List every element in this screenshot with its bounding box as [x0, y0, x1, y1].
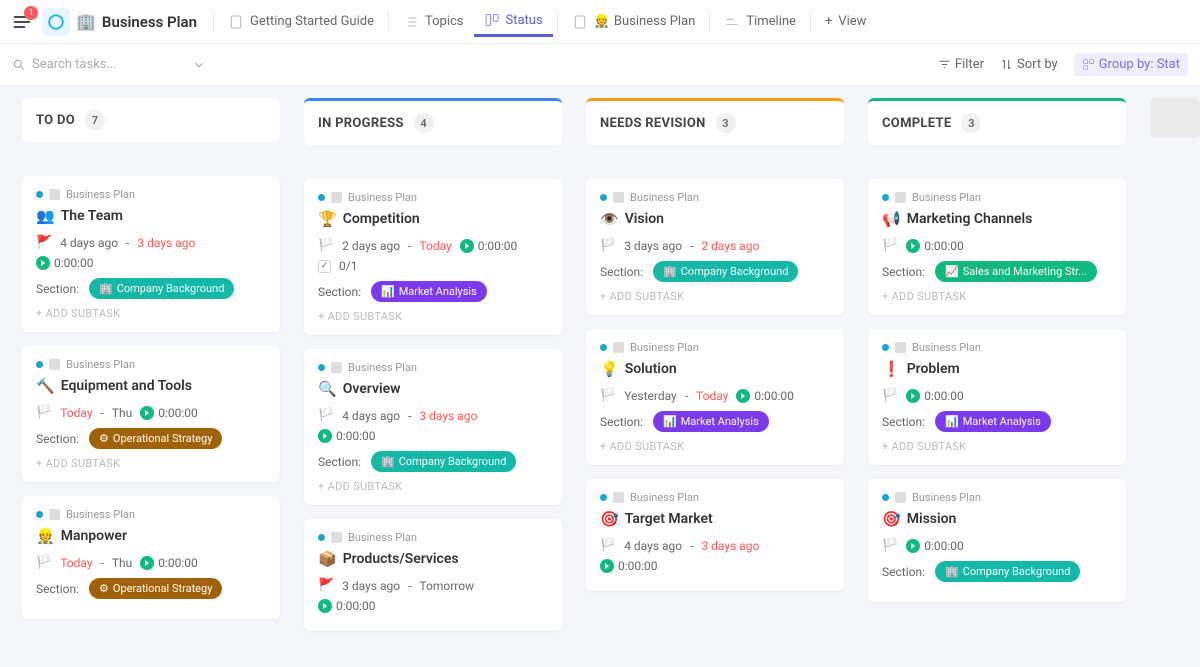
bulb-icon: 💡: [600, 360, 619, 378]
worker-icon: 👷: [36, 527, 55, 545]
team-icon: 👥: [36, 207, 55, 225]
add-subtask-button[interactable]: + ADD SUBTASK: [318, 480, 548, 493]
task-card[interactable]: Business Plan 💡Solution 🏳️Yesterday - To…: [586, 329, 844, 465]
task-card[interactable]: Business Plan 📢Marketing Channels 🏳️0:00…: [868, 179, 1126, 315]
add-subtask-button[interactable]: + ADD SUBTASK: [882, 290, 1112, 303]
worker-icon: 👷: [594, 14, 610, 29]
add-subtask-button[interactable]: + ADD SUBTASK: [600, 290, 830, 303]
todo-count: 7: [85, 110, 105, 130]
column-todo-header[interactable]: TO DO 7: [22, 98, 280, 142]
add-subtask-button[interactable]: + ADD SUBTASK: [882, 440, 1112, 453]
section-tag[interactable]: ⚙ Operational Strategy: [89, 428, 222, 449]
logo-icon: [47, 13, 65, 31]
task-card[interactable]: Business Plan 👁️Vision 🏳️3 days ago - 2 …: [586, 179, 844, 315]
add-subtask-button[interactable]: + ADD SUBTASK: [36, 457, 266, 470]
page-icon: [572, 14, 588, 30]
nav-status[interactable]: Status: [474, 6, 553, 37]
notif-badge: 1: [24, 6, 38, 20]
filter-button[interactable]: Filter: [938, 57, 984, 72]
column-revision-header[interactable]: NEEDS REVISION 3: [586, 98, 844, 145]
task-card[interactable]: Business Plan 🎯Mission 🏳️0:00:00 Section…: [868, 479, 1126, 602]
add-subtask-button[interactable]: + ADD SUBTASK: [318, 310, 548, 323]
play-icon[interactable]: [318, 599, 332, 613]
menu-button[interactable]: 1: [8, 8, 36, 36]
task-card[interactable]: Business Plan 👷Manpower 🏳️Today - Thu0:0…: [22, 496, 280, 619]
chevron-down-icon: [192, 58, 206, 72]
hammer-icon: 🔨: [36, 377, 55, 395]
warning-icon: ❗: [882, 360, 901, 378]
dart-icon: 🎯: [882, 510, 901, 528]
task-card[interactable]: Business Plan 🔨Equipment and Tools 🏳️Tod…: [22, 346, 280, 482]
task-card[interactable]: Business Plan 🏆Competition 🏳️2 days ago …: [304, 179, 562, 335]
task-card[interactable]: Business Plan 👥The Team 🚩4 days ago - 3 …: [22, 176, 280, 332]
add-subtask-button[interactable]: + ADD SUBTASK: [36, 307, 266, 320]
filter-icon: [938, 58, 951, 71]
doc-icon: [228, 14, 244, 30]
target-icon: 🎯: [600, 510, 619, 528]
section-tag[interactable]: 🏢 Company Background: [935, 561, 1080, 582]
section-tag[interactable]: 📊 Market Analysis: [935, 411, 1051, 432]
timeline-icon: [724, 14, 740, 30]
trophy-icon: 🏆: [318, 210, 337, 228]
group-icon: [1082, 58, 1095, 71]
megaphone-icon: 📢: [882, 210, 901, 228]
section-tag[interactable]: 🏢 Company Background: [653, 261, 798, 282]
flag-icon: 🚩: [36, 235, 52, 250]
list-icon: [403, 14, 419, 30]
column-progress-header[interactable]: IN PROGRESS 4: [304, 98, 562, 145]
task-card[interactable]: Business Plan 🎯Target Market 🏳️4 days ag…: [586, 479, 844, 591]
sort-icon: [1000, 58, 1013, 71]
app-logo[interactable]: [42, 8, 70, 36]
section-tag[interactable]: 🏢 Company Background: [371, 451, 516, 472]
task-card[interactable]: Business Plan ❗Problem 🏳️0:00:00 Section…: [868, 329, 1126, 465]
add-subtask-button[interactable]: + ADD SUBTASK: [600, 440, 830, 453]
play-icon[interactable]: [736, 389, 750, 403]
search-icon: [12, 58, 26, 72]
briefcase-icon: [49, 189, 60, 200]
nav-business-plan[interactable]: 👷 Business Plan: [562, 8, 706, 36]
add-column-placeholder[interactable]: [1150, 98, 1200, 138]
task-card[interactable]: Business Plan 🔍Overview 🏳️4 days ago - 3…: [304, 349, 562, 505]
plus-icon: +: [825, 14, 832, 29]
play-icon[interactable]: [140, 556, 154, 570]
workspace-title[interactable]: 🏢 Business Plan: [76, 12, 197, 31]
sort-button[interactable]: Sort by: [1000, 57, 1058, 72]
play-icon[interactable]: [460, 239, 474, 253]
briefcase-icon: 🏢: [76, 12, 96, 31]
section-tag[interactable]: 📈 Sales and Marketing Str...: [935, 261, 1097, 282]
nav-timeline[interactable]: Timeline: [714, 8, 806, 36]
play-icon[interactable]: [906, 239, 920, 253]
checkbox-icon[interactable]: ✓: [318, 260, 331, 273]
nav-getting-started[interactable]: Getting Started Guide: [218, 8, 384, 36]
section-tag[interactable]: ⚙ Operational Strategy: [89, 578, 222, 599]
play-icon[interactable]: [600, 559, 614, 573]
play-icon[interactable]: [140, 406, 154, 420]
play-icon[interactable]: [36, 256, 50, 270]
play-icon[interactable]: [318, 429, 332, 443]
play-icon[interactable]: [906, 539, 920, 553]
nav-add-view[interactable]: + View: [815, 8, 877, 35]
section-tag[interactable]: 📊 Market Analysis: [371, 281, 487, 302]
group-button[interactable]: Group by: Stat: [1074, 53, 1188, 76]
column-complete-header[interactable]: COMPLETE 3: [868, 98, 1126, 145]
magnify-icon: 🔍: [318, 380, 337, 398]
eye-icon: 👁️: [600, 210, 619, 228]
play-icon[interactable]: [906, 389, 920, 403]
section-tag[interactable]: 🏢 Company Background: [89, 278, 234, 299]
task-card[interactable]: Business Plan 📦Products/Services 🚩3 days…: [304, 519, 562, 631]
search-input[interactable]: Search tasks...: [12, 57, 212, 72]
section-tag[interactable]: 📊 Market Analysis: [653, 411, 769, 432]
board-icon: [484, 12, 500, 28]
nav-topics[interactable]: Topics: [393, 8, 474, 36]
box-icon: 📦: [318, 550, 337, 568]
